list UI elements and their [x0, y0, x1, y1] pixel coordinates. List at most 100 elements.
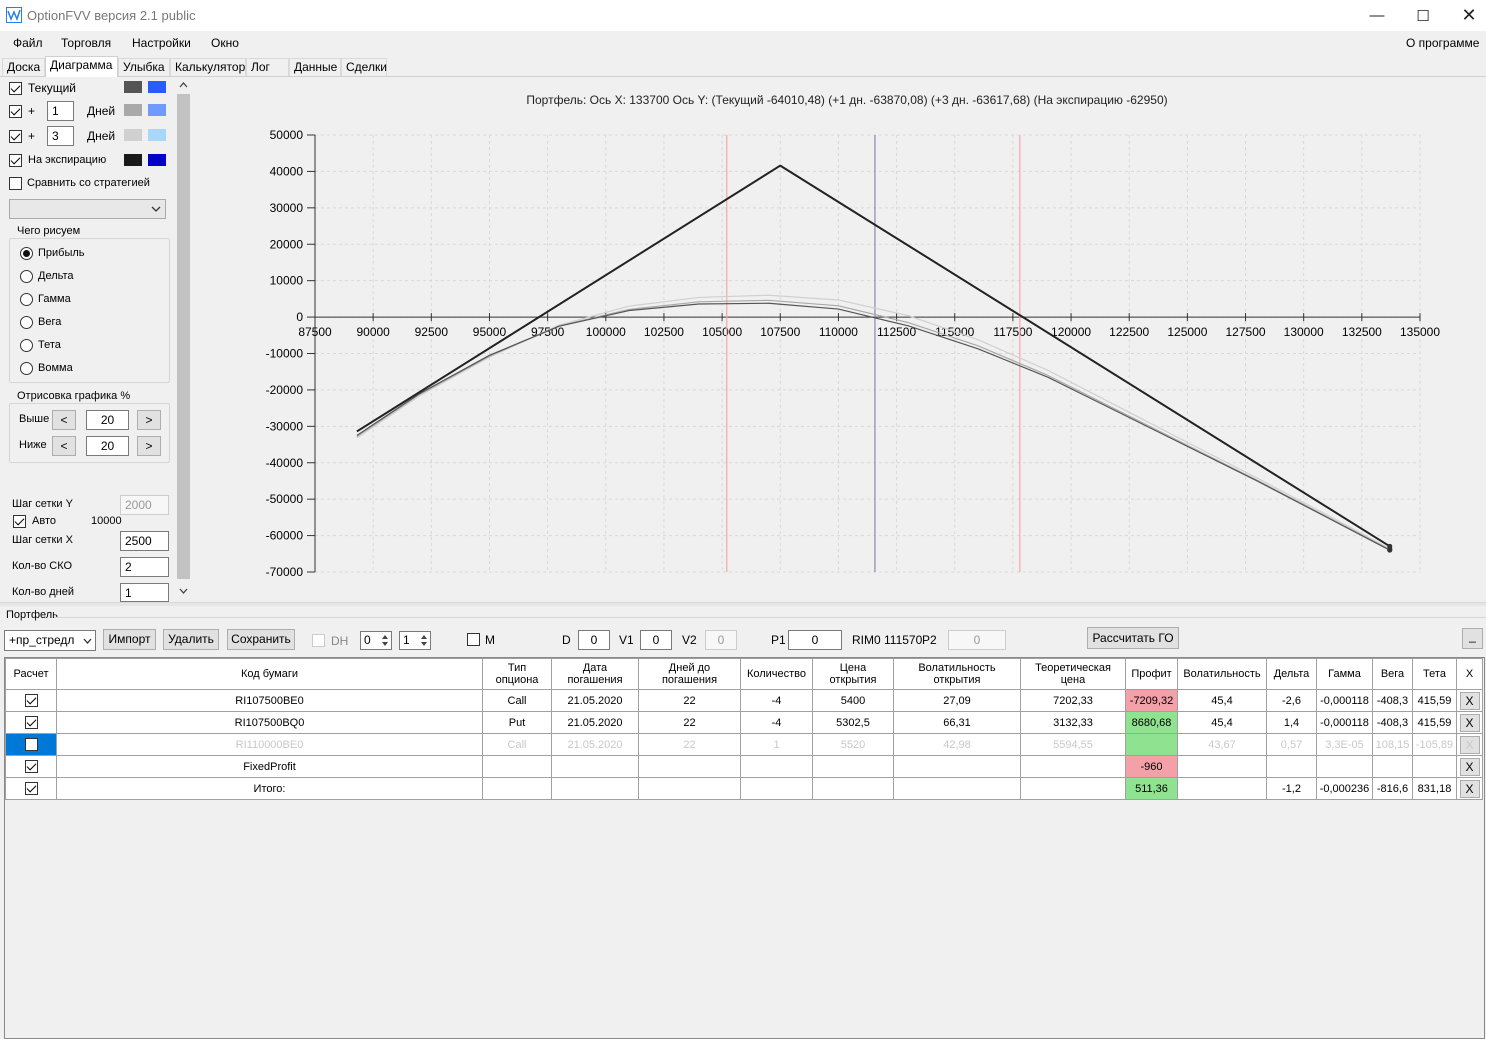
tab-board[interactable]: Доска: [2, 58, 45, 76]
cell-qty[interactable]: -4: [740, 689, 813, 712]
col-calc[interactable]: Расчет: [5, 658, 57, 690]
radio-delta[interactable]: [20, 270, 33, 283]
radio-vega[interactable]: [20, 316, 33, 329]
p2-input[interactable]: 0: [948, 630, 1006, 650]
row-calc-checkbox[interactable]: [24, 716, 38, 729]
cell-theo[interactable]: [1020, 777, 1126, 800]
cell-vol[interactable]: [1177, 777, 1267, 800]
menu-settings[interactable]: Настройки: [132, 36, 191, 50]
cell-theta[interactable]: 415,59: [1412, 711, 1457, 734]
row-calc-checkbox[interactable]: [24, 738, 38, 751]
scroll-down-icon[interactable]: [179, 588, 188, 594]
cell-gamma[interactable]: -0,000236: [1316, 777, 1373, 800]
tab-data[interactable]: Данные: [289, 58, 341, 76]
cell-date[interactable]: 21.05.2020: [551, 689, 639, 712]
dh-checkbox[interactable]: [312, 634, 325, 647]
cell-qty[interactable]: [740, 777, 813, 800]
table-row[interactable]: FixedProfit -960 X: [5, 755, 1483, 778]
extra-button[interactable]: _: [1462, 628, 1483, 649]
cell-theta[interactable]: 831,18: [1412, 777, 1457, 800]
cell-open-price[interactable]: [812, 755, 894, 778]
cell-open-price[interactable]: 5302,5: [812, 711, 894, 734]
cell-code[interactable]: RI110000BE0: [56, 733, 483, 756]
compare-strategy-checkbox[interactable]: [9, 177, 22, 190]
cell-open-vol[interactable]: 42,98: [893, 733, 1021, 756]
cell-code[interactable]: RI107500BQ0: [56, 711, 483, 734]
cell-code[interactable]: Итого:: [56, 777, 483, 800]
cell-delta[interactable]: -1,2: [1266, 777, 1317, 800]
cell-date[interactable]: 21.05.2020: [551, 711, 639, 734]
cell-theo[interactable]: 3132,33: [1020, 711, 1126, 734]
p1-input[interactable]: 0: [788, 630, 842, 650]
cell-theta[interactable]: 415,59: [1412, 689, 1457, 712]
col-x[interactable]: X: [1456, 658, 1483, 690]
menu-window[interactable]: Окно: [211, 36, 239, 50]
col-profit[interactable]: Профит: [1125, 658, 1178, 690]
tab-calculator[interactable]: Калькулятор: [170, 58, 246, 76]
cell-theta[interactable]: [1412, 755, 1457, 778]
radio-profit[interactable]: [20, 247, 33, 260]
cell-theo[interactable]: 7202,33: [1020, 689, 1126, 712]
close-window-button[interactable]: ✕: [1446, 0, 1486, 31]
cell-calc[interactable]: [5, 733, 57, 756]
minimize-button[interactable]: —: [1354, 0, 1400, 31]
import-button[interactable]: Импорт: [103, 629, 156, 650]
menu-file[interactable]: Файл: [13, 36, 43, 50]
strategy-dropdown[interactable]: [9, 199, 166, 219]
cell-type[interactable]: Call: [482, 689, 552, 712]
cell-type[interactable]: [482, 755, 552, 778]
col-delta[interactable]: Дельта: [1266, 658, 1317, 690]
col-open-price[interactable]: Цена открытия: [812, 658, 894, 690]
cell-theo[interactable]: [1020, 755, 1126, 778]
d-input[interactable]: 0: [578, 630, 610, 650]
cell-vol[interactable]: [1177, 755, 1267, 778]
cell-profit[interactable]: 8680,68: [1125, 711, 1178, 734]
cell-vega[interactable]: [1372, 755, 1413, 778]
cell-delta[interactable]: 0,57: [1266, 733, 1317, 756]
cell-days[interactable]: [638, 777, 741, 800]
tab-diagram[interactable]: Диаграмма: [45, 56, 118, 77]
spinner-arrows-icon[interactable]: [419, 633, 429, 648]
table-row[interactable]: RI107500BQ0 Put 21.05.2020 22 -4 5302,5 66,31 3…: [5, 711, 1483, 734]
v2-input[interactable]: 0: [705, 630, 737, 650]
spinner-arrows-icon[interactable]: [380, 633, 390, 648]
col-days[interactable]: Дней до погашения: [638, 658, 741, 690]
col-vol[interactable]: Волатильность: [1177, 658, 1267, 690]
col-code[interactable]: Код бумаги: [56, 658, 483, 690]
cell-gamma[interactable]: 3,3E-05: [1316, 733, 1373, 756]
cell-open-price[interactable]: 5520: [812, 733, 894, 756]
cell-theta[interactable]: -105,89: [1412, 733, 1457, 756]
cell-theo[interactable]: 5594,55: [1020, 733, 1126, 756]
expiration-color-swatch[interactable]: [124, 154, 142, 166]
plus3-days-input[interactable]: 3: [47, 126, 74, 146]
cell-qty[interactable]: 1: [740, 733, 813, 756]
expiration-color2-swatch[interactable]: [148, 154, 166, 166]
cell-vol[interactable]: 45,4: [1177, 711, 1267, 734]
remove-row-button[interactable]: X: [1459, 757, 1480, 776]
cell-date[interactable]: [551, 755, 639, 778]
cell-type[interactable]: [482, 777, 552, 800]
cell-date[interactable]: 21.05.2020: [551, 733, 639, 756]
cell-gamma[interactable]: [1316, 755, 1373, 778]
col-type[interactable]: Тип опциона: [482, 658, 552, 690]
cell-days[interactable]: 22: [638, 689, 741, 712]
plus3-checkbox[interactable]: [9, 130, 22, 143]
days-count-input[interactable]: 1: [120, 583, 169, 602]
cell-vol[interactable]: 45,4: [1177, 689, 1267, 712]
above-input[interactable]: 20: [86, 410, 129, 430]
grid-x-input[interactable]: 2500: [120, 531, 169, 551]
menu-about[interactable]: О программе: [1406, 36, 1479, 50]
menu-trading[interactable]: Торговля: [61, 36, 111, 50]
cell-type[interactable]: Call: [482, 733, 552, 756]
radio-gamma[interactable]: [20, 293, 33, 306]
above-decrease-button[interactable]: <: [52, 410, 76, 430]
cell-days[interactable]: [638, 755, 741, 778]
cell-profit[interactable]: [1125, 733, 1178, 756]
row-calc-checkbox[interactable]: [24, 760, 38, 773]
cell-vega[interactable]: -408,3: [1372, 689, 1413, 712]
left-panel-scrollbar[interactable]: [175, 77, 192, 602]
cell-calc[interactable]: [5, 755, 57, 778]
scroll-up-icon[interactable]: [179, 82, 188, 88]
cell-qty[interactable]: -4: [740, 711, 813, 734]
table-row[interactable]: RI107500BE0 Call 21.05.2020 22 -4 5400 27,09 72…: [5, 689, 1483, 712]
